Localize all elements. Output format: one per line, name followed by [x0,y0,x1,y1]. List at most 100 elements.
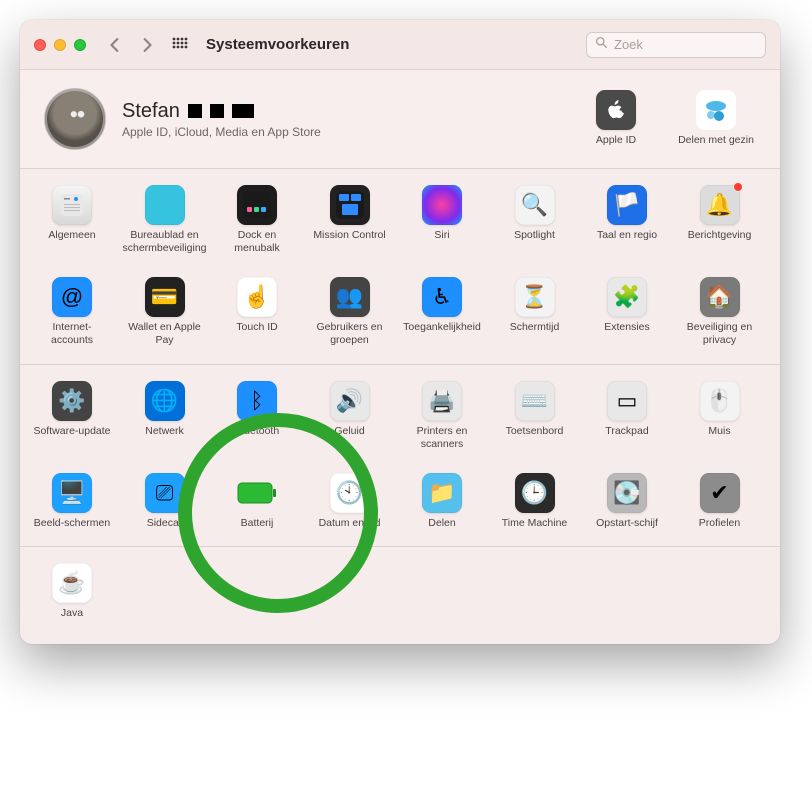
pref-item-label: Algemeen [48,229,95,242]
battery-icon [237,473,277,513]
pref-item-label: Wallet en Apple Pay [125,321,205,347]
pref-item-startup-disk[interactable]: 💽 Opstart-schijf [587,473,667,530]
pref-item-language-region[interactable]: 🏳️ Taal en regio [587,185,667,255]
pref-item-label: Netwerk [145,425,184,438]
pref-item-label: Muis [708,425,730,438]
pref-item-keyboard[interactable]: ⌨️Toetsenbord [495,381,575,451]
pref-item-spotlight[interactable]: 🔍Spotlight [495,185,575,255]
time-machine-icon: 🕒 [515,473,555,513]
pref-item-desktop[interactable]: Bureaublad en schermbeveiliging [125,185,205,255]
sidecar-icon: ⎚ [145,473,185,513]
pref-item-time-machine[interactable]: 🕒 Time Machine [495,473,575,530]
forward-button[interactable] [136,34,158,56]
pref-item-software-update[interactable]: ⚙️Software-update [32,381,112,451]
minimize-button[interactable] [54,39,66,51]
pref-item-family-sharing[interactable]: Delen met gezin [676,90,756,147]
pref-item-bluetooth[interactable]: ᛒBluetooth [217,381,297,451]
pref-item-network[interactable]: 🌐 Netwerk [125,381,205,451]
pref-item-dock[interactable]: Dock en menubalk [217,185,297,255]
redacted-block [232,104,254,118]
pref-item-label: Geluid [334,425,364,438]
user-avatar[interactable] [44,88,106,150]
extensions-icon: 🧩 [607,277,647,317]
pref-item-label: Siri [434,229,449,242]
pref-item-label: Schermtijd [510,321,560,334]
java-icon: ☕ [52,563,92,603]
accessibility-icon: ♿︎ [422,277,462,317]
pref-item-mission-control[interactable]: Mission Control [310,185,390,255]
users-groups-icon: 👥 [330,277,370,317]
pref-item-label: Sidecar [147,517,183,530]
pref-item-label: Berichtgeving [688,229,752,242]
pref-item-general[interactable]: Algemeen [32,185,112,255]
pref-item-java[interactable]: ☕Java [32,563,112,620]
pref-item-label: Toetsenbord [506,425,564,438]
pref-item-mouse[interactable]: 🖱️Muis [680,381,760,451]
dock-icon [237,185,277,225]
search-input[interactable] [614,37,780,52]
pref-item-date-time[interactable]: 🕙Datum en tijd [310,473,390,530]
pref-item-trackpad[interactable]: ▭ Trackpad [587,381,667,451]
back-button[interactable] [104,34,126,56]
pref-item-label: Gebruikers en groepen [310,321,390,347]
zoom-button[interactable] [74,39,86,51]
show-all-button[interactable] [168,33,192,57]
notification-badge [733,182,743,192]
pref-item-label: Trackpad [605,425,648,438]
search-field[interactable] [586,32,766,58]
pref-item-label: Beeld-schermen [34,517,110,530]
pref-item-label: Bluetooth [235,425,279,438]
pref-item-label: Apple ID [596,134,636,147]
apple-id-icon [596,90,636,130]
pref-item-siri[interactable]: Siri [402,185,482,255]
pref-item-label: Beveiliging en privacy [680,321,760,347]
displays-icon: 🖥️ [52,473,92,513]
family-sharing-icon [696,90,736,130]
pref-item-sound[interactable]: 🔊Geluid [310,381,390,451]
pref-item-label: Toegankelijkheid [403,321,481,334]
pref-item-internet-accounts[interactable]: @Internet-accounts [32,277,112,347]
pref-item-label: Taal en regio [597,229,657,242]
pref-item-notifications[interactable]: 🔔 Berichtgeving [680,185,760,255]
close-button[interactable] [34,39,46,51]
pref-item-label: Dock en menubalk [217,229,297,255]
profiles-icon: ✔︎ [700,473,740,513]
pref-item-label: Datum en tijd [319,517,381,530]
pref-item-profiles[interactable]: ✔︎Profielen [680,473,760,530]
pref-item-label: Time Machine [502,517,568,530]
pref-section-2: ☕Java [20,547,780,644]
startup-disk-icon: 💽 [607,473,647,513]
language-region-icon: 🏳️ [607,185,647,225]
user-name-row: Stefan [122,100,321,123]
pref-item-label: Printers en scanners [402,425,482,451]
pref-item-users-groups[interactable]: 👥 Gebruikers en groepen [310,277,390,347]
system-preferences-window: Systeemvoorkeuren Stefan Apple ID, iClou… [20,20,780,644]
pref-item-apple-id[interactable]: Apple ID [576,90,656,147]
pref-item-wallet[interactable]: 💳Wallet en Apple Pay [125,277,205,347]
search-icon [595,36,608,54]
pref-item-displays[interactable]: 🖥️ Beeld-schermen [32,473,112,530]
general-icon [52,185,92,225]
pref-item-security-privacy[interactable]: 🏠 Beveiliging en privacy [680,277,760,347]
titlebar: Systeemvoorkeuren [20,20,780,70]
profile-shortcut-group: Apple ID Delen met gezin [576,90,756,147]
pref-item-sidecar[interactable]: ⎚ Sidecar [125,473,205,530]
software-update-icon: ⚙️ [52,381,92,421]
pref-section-1: ⚙️Software-update 🌐 Netwerk ᛒBluetooth🔊Gelu… [20,365,780,547]
network-icon: 🌐 [145,381,185,421]
pref-item-printers-scanners[interactable]: 🖨️Printers en scanners [402,381,482,451]
pref-item-sharing[interactable]: 📁Delen [402,473,482,530]
security-privacy-icon: 🏠 [700,277,740,317]
window-title: Systeemvoorkeuren [206,36,349,53]
pref-grid: ⚙️Software-update 🌐 Netwerk ᛒBluetooth🔊Gelu… [32,381,768,530]
trackpad-icon: ▭ [607,381,647,421]
pref-item-accessibility[interactable]: ♿︎ Toegankelijkheid [402,277,482,347]
pref-item-battery[interactable]: Batterij [217,473,297,530]
pref-item-touch-id[interactable]: ☝️Touch ID [217,277,297,347]
internet-accounts-icon: @ [52,277,92,317]
notifications-icon: 🔔 [700,185,740,225]
pref-item-extensions[interactable]: 🧩Extensies [587,277,667,347]
pref-item-screen-time[interactable]: ⏳Schermtijd [495,277,575,347]
pref-grid: ☕Java [32,563,768,620]
pref-item-label: Opstart-schijf [596,517,658,530]
